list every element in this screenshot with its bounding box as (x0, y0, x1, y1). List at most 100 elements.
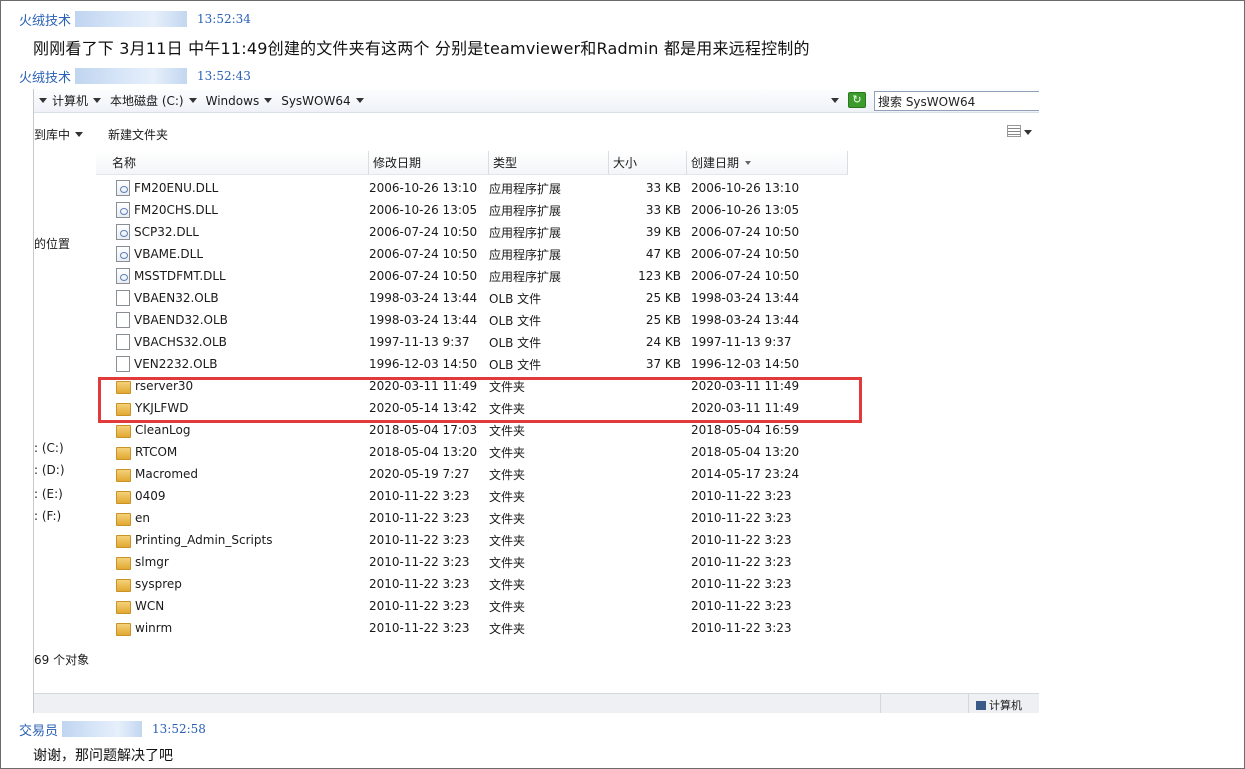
breadcrumb-syswow64[interactable]: SysWOW64 (281, 94, 368, 108)
chat-window: 火绒技术 13:52:34 刚刚看了下 3月11日 中午11:49创建的文件夹有… (0, 0, 1245, 769)
file-row[interactable]: Macromed 2020-05-19 7:27 文件夹 2014-05-17 23:… (96, 463, 848, 485)
column-header-name[interactable]: 名称 (96, 151, 369, 175)
file-row[interactable]: VBAME.DLL 2006-07-24 10:50 应用程序扩展 47 KB 2006… (96, 243, 848, 265)
sender-name[interactable]: 火绒技术 (19, 67, 71, 86)
file-row[interactable]: Printing_Admin_Scripts 2010-11-22 3:23 文件夹… (96, 529, 848, 551)
nav-item-drive-c[interactable]: : (C:) (34, 441, 64, 455)
file-name-cell: Printing_Admin_Scripts (96, 533, 369, 548)
file-name: SCP32.DLL (134, 225, 199, 239)
file-row[interactable]: SCP32.DLL 2006-07-24 10:50 应用程序扩展 39 KB 2006… (96, 221, 848, 243)
file-row[interactable]: en 2010-11-22 3:23 文件夹 2010-11-22 3:23 (96, 507, 848, 529)
folder-icon (116, 424, 131, 438)
redacted-id (75, 11, 188, 27)
file-name: sysprep (135, 577, 182, 591)
nav-item-recent-places[interactable]: 的位置 (34, 235, 70, 252)
file-row[interactable]: slmgr 2010-11-22 3:23 文件夹 2010-11-22 3:23 (96, 551, 848, 573)
file-name: winrm (135, 621, 173, 635)
modified-cell: 2010-11-22 3:23 (369, 621, 470, 635)
breadcrumb-computer[interactable]: 计算机 (52, 92, 106, 109)
file-row[interactable]: sysprep 2010-11-22 3:23 文件夹 2010-11-22 3:23 (96, 573, 848, 595)
size-cell: 33 KB (645, 181, 681, 195)
chevron-down-icon[interactable] (188, 98, 197, 103)
address-history-dropdown[interactable] (831, 98, 839, 103)
file-row[interactable]: VBAEND32.OLB 1998-03-24 13:44 OLB 文件 25 KB 1… (96, 309, 848, 331)
column-header-type[interactable]: 类型 (489, 151, 609, 175)
file-name-cell: WCN (96, 599, 369, 614)
redacted-id (75, 68, 188, 84)
sender-name[interactable]: 交易员 (19, 720, 58, 739)
modified-cell: 2006-07-24 10:50 (369, 269, 478, 283)
file-row[interactable]: VBACHS32.OLB 1997-11-13 9:37 OLB 文件 24 KB 19… (96, 331, 848, 353)
chevron-down-icon[interactable] (1024, 130, 1032, 135)
red-highlight-box (98, 377, 862, 423)
dll-icon (116, 202, 130, 218)
divider (880, 694, 881, 713)
sender-name[interactable]: 火绒技术 (19, 10, 71, 29)
chevron-down-icon[interactable] (93, 98, 102, 103)
nav-item-drive-f[interactable]: : (F:) (34, 509, 61, 523)
file-name-cell: FM20CHS.DLL (96, 202, 369, 218)
dll-icon (116, 180, 130, 196)
breadcrumb-drive-c[interactable]: 本地磁盘 (C:) (110, 92, 202, 109)
file-row[interactable]: winrm 2010-11-22 3:23 文件夹 2010-11-22 3:23 (96, 617, 848, 639)
computer-zone: 计算机 (976, 697, 1022, 713)
column-header-created[interactable]: 创建日期 (687, 151, 848, 175)
nav-item-drive-d[interactable]: : (D:) (34, 463, 65, 477)
file-name: 0409 (135, 489, 166, 503)
type-cell: 文件夹 (489, 489, 526, 504)
nav-item-drive-e[interactable]: : (E:) (34, 487, 63, 501)
file-row[interactable]: RTCOM 2018-05-04 13:20 文件夹 2018-05-04 13:20 (96, 441, 848, 463)
file-row[interactable]: MSSTDFMT.DLL 2006-07-24 10:50 应用程序扩展 123 KB… (96, 265, 848, 287)
include-in-library-button[interactable]: 到库中 (34, 126, 88, 143)
file-name: en (135, 511, 150, 525)
file-row[interactable]: FM20CHS.DLL 2006-10-26 13:05 应用程序扩展 33 KB 20… (96, 199, 848, 221)
chevron-down-icon[interactable] (355, 98, 364, 103)
divider (968, 694, 969, 713)
column-header-size[interactable]: 大小 (609, 151, 687, 175)
folder-icon (116, 512, 131, 526)
type-cell: OLB 文件 (489, 291, 542, 306)
modified-cell: 2010-11-22 3:23 (369, 533, 470, 547)
created-cell: 1997-11-13 9:37 (691, 335, 792, 349)
column-header-modified[interactable]: 修改日期 (369, 151, 489, 175)
chevron-down-icon[interactable] (264, 98, 273, 103)
refresh-icon[interactable]: ↻ (848, 92, 866, 108)
search-input[interactable]: 搜索 SysWOW64 (874, 91, 1039, 111)
type-cell: OLB 文件 (489, 313, 542, 328)
size-cell: 33 KB (645, 203, 681, 217)
file-row[interactable]: FM20ENU.DLL 2006-10-26 13:10 应用程序扩展 33 KB 20… (96, 177, 848, 199)
type-cell: 文件夹 (489, 533, 526, 548)
file-name-cell: Macromed (96, 467, 369, 482)
chevron-down-icon[interactable] (39, 98, 47, 103)
size-cell: 39 KB (645, 225, 681, 239)
file-icon (116, 334, 130, 350)
address-bar[interactable]: 计算机 本地磁盘 (C:) Windows SysWOW64 ↻ 搜索 SysW… (34, 89, 1039, 113)
file-row[interactable]: WCN 2010-11-22 3:23 文件夹 2010-11-22 3:23 (96, 595, 848, 617)
created-cell: 2006-10-26 13:05 (691, 203, 800, 217)
view-options-icon[interactable] (1007, 125, 1021, 137)
modified-cell: 1997-11-13 9:37 (369, 335, 470, 349)
file-row[interactable]: VEN2232.OLB 1996-12-03 14:50 OLB 文件 37 KB 19… (96, 353, 848, 375)
file-name-cell: RTCOM (96, 445, 369, 460)
modified-cell: 2018-05-04 17:03 (369, 423, 478, 437)
file-row[interactable]: 0409 2010-11-22 3:23 文件夹 2010-11-22 3:23 (96, 485, 848, 507)
new-folder-button[interactable]: 新建文件夹 (108, 126, 168, 143)
created-cell: 2006-07-24 10:50 (691, 247, 800, 261)
file-row[interactable]: VBAEN32.OLB 1998-03-24 13:44 OLB 文件 25 KB 19… (96, 287, 848, 309)
file-name-cell: VBAEN32.OLB (96, 290, 369, 306)
breadcrumb-windows[interactable]: Windows (206, 94, 278, 108)
file-name: VBAEND32.OLB (134, 313, 228, 327)
modified-cell: 2010-11-22 3:23 (369, 577, 470, 591)
sort-descending-icon (745, 160, 752, 165)
modified-cell: 2010-11-22 3:23 (369, 511, 470, 525)
file-name: RTCOM (135, 445, 178, 459)
size-cell: 123 KB (638, 269, 681, 283)
modified-cell: 2006-07-24 10:50 (369, 225, 478, 239)
modified-cell: 2018-05-04 13:20 (369, 445, 478, 459)
type-cell: 文件夹 (489, 577, 526, 592)
modified-cell: 2010-11-22 3:23 (369, 599, 470, 613)
message-header: 交易员 13:52:58 (19, 719, 206, 739)
message-header: 火绒技术 13:52:43 (19, 66, 251, 86)
type-cell: 文件夹 (489, 621, 526, 636)
folder-icon (116, 578, 131, 592)
